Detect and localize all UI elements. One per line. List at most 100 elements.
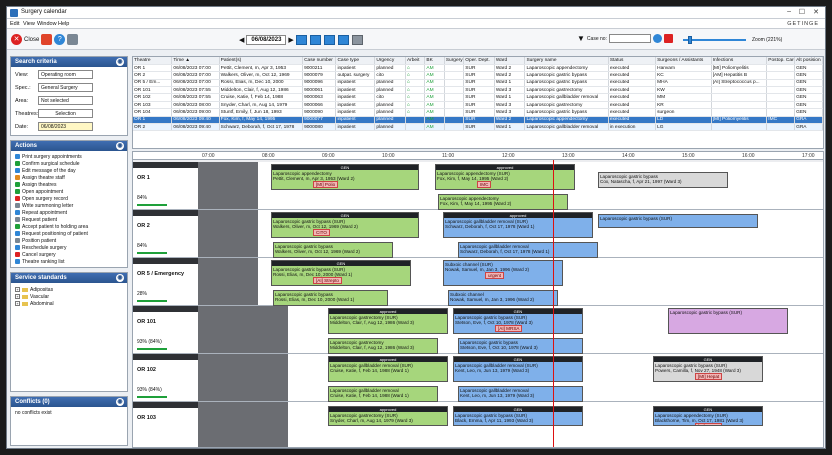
appointment-block[interactable]: Laparoscopic gastric bypass Walkers, Oliv… xyxy=(273,242,393,258)
room-row-label[interactable]: OR 1 84% xyxy=(133,162,198,210)
next-day-arrow-icon[interactable]: ▶ xyxy=(288,36,293,44)
settings-icon[interactable] xyxy=(67,34,79,45)
table-row[interactable]: OR 101 06/08/2023 07:55 Middelton, Clair, … xyxy=(133,86,823,95)
appointment-block[interactable]: Laparoscopic gallbladder removal Kent, Le… xyxy=(458,386,583,402)
action-item[interactable]: Accept patient to holding area xyxy=(11,223,127,230)
appointment-block[interactable]: Laparoscopic gastric bypass Stetson, Eve,… xyxy=(458,338,583,354)
action-item[interactable]: Open appointment xyxy=(11,188,127,195)
column-header[interactable]: Infections xyxy=(711,57,768,65)
table-row[interactable]: OR 102 06/08/2023 07:55 Cruise, Katie, f, … xyxy=(133,93,823,102)
date-field[interactable]: 06/08/2023 xyxy=(246,34,287,45)
collapse-icon[interactable]: ◉ xyxy=(116,58,124,66)
appointment-block[interactable]: Laparoscopic gastric bypass Cox, Natascha… xyxy=(598,172,728,188)
action-item[interactable]: Assign theatres xyxy=(11,181,127,188)
expand-icon[interactable]: + xyxy=(15,301,20,306)
column-header[interactable]: Case type xyxy=(335,57,376,65)
zoom-slider-handle[interactable] xyxy=(688,36,693,44)
theatre-selection-button[interactable]: Selection xyxy=(38,109,93,118)
view-list-icon[interactable] xyxy=(323,34,335,45)
view-select[interactable]: Operating room xyxy=(38,70,93,79)
room-row-label[interactable]: OR 103 xyxy=(133,402,198,447)
close-icon[interactable]: ✕ xyxy=(11,34,22,45)
room-row-label[interactable]: OR 102 93% (84%) xyxy=(133,354,198,402)
action-item[interactable]: Reschedule surgery xyxy=(11,244,127,251)
appointment-block[interactable]: Laparoscopic gallbladder removal Schwarz,… xyxy=(458,242,598,258)
action-item[interactable]: Request patient xyxy=(11,216,127,223)
table-row[interactable]: OR 5 / Em... 06/08/2023 07:00 Rossi, Elias… xyxy=(133,79,823,88)
appointment-block[interactable]: GEN Laparoscopic gastric bypass (SUR) Stet… xyxy=(453,308,583,334)
table-row[interactable]: OR 1 06/08/2023 09:40 Fox, Kim, f, May 14,… xyxy=(133,116,823,125)
maximize-button[interactable]: ☐ xyxy=(799,8,805,16)
filter-icon[interactable]: ▼ xyxy=(577,34,585,43)
tree-item[interactable]: + Adipositas xyxy=(11,286,127,293)
minimize-button[interactable]: – xyxy=(787,8,791,15)
action-item[interactable]: Open surgery record xyxy=(11,195,127,202)
close-window-button[interactable]: ✕ xyxy=(813,8,819,16)
action-item[interactable]: Theatre ranking list xyxy=(11,258,127,265)
date-input[interactable]: 06/08/2023 xyxy=(38,122,93,131)
appointment-block[interactable]: Laparoscopic gastrectomy Middelton, Clair… xyxy=(328,338,438,354)
room-row-label[interactable]: OR 2 84% xyxy=(133,210,198,258)
menu-help[interactable]: Help xyxy=(58,21,69,27)
help-icon[interactable]: ? xyxy=(54,34,66,45)
room-row-label[interactable]: OR 101 93% (84%) xyxy=(133,306,198,354)
room-row-label[interactable]: OR 5 / Emergency 28% xyxy=(133,258,198,306)
column-header[interactable]: Surgeons / Assistants xyxy=(655,57,712,65)
appointment-block[interactable]: approved Laparoscopic gallbladder removal… xyxy=(328,356,448,382)
appointment-block[interactable]: Subxoic channel Nowak, Samuel, m, Jan 3, … xyxy=(448,290,558,306)
tree-item[interactable]: + Vascular xyxy=(11,293,127,300)
column-header[interactable]: Oper. Dept. xyxy=(463,57,495,65)
table-row[interactable]: OR 103 06/08/2023 08:00 Snyder, Charl, m, … xyxy=(133,101,823,110)
appointment-block[interactable]: approved Laparoscopic gastrectomy (SUR) Sn… xyxy=(328,406,448,426)
appointment-block[interactable]: approved Laparoscopic gallbladder removal… xyxy=(443,212,593,238)
action-item[interactable]: Request positioning of patient xyxy=(11,230,127,237)
view-grid-icon[interactable] xyxy=(337,34,349,45)
print-icon[interactable] xyxy=(663,34,673,43)
appointment-block[interactable]: Laparoscopic appendectomy Fox, Kim, f, Ma… xyxy=(438,194,568,210)
appointment-block[interactable]: GEN Laparoscopic appendectomy (SUR) Blackt… xyxy=(653,406,763,426)
appointment-block[interactable]: GEN Laparoscopic gastric bypass (SUR) Powe… xyxy=(653,356,763,382)
view-day-icon[interactable] xyxy=(295,34,307,45)
view-room-icon[interactable] xyxy=(351,34,363,45)
appointment-block[interactable]: GEN Laparoscopic gallbladder removal (SUR… xyxy=(453,356,583,382)
menu-view[interactable]: View xyxy=(23,21,35,27)
zoom-slider[interactable] xyxy=(683,39,746,41)
column-header[interactable]: BK xyxy=(424,57,445,65)
action-item[interactable]: Print surgery appointments xyxy=(11,153,127,160)
appointment-block[interactable]: GEN Laparoscopic gastric bypass (SUR) Ross… xyxy=(271,260,411,286)
appointment-block[interactable]: GEN Laparoscopic appendectomy Pettit, Clem… xyxy=(271,164,419,190)
table-row[interactable]: OR 2 06/08/2023 07:00 Walkers, Oliver, m, … xyxy=(133,71,823,80)
column-header[interactable]: Postop. Care xyxy=(766,57,796,65)
column-header[interactable]: Ward xyxy=(494,57,526,65)
appointment-block[interactable]: Laparoscopic gastric bypass (SUR) xyxy=(668,308,788,334)
action-item[interactable]: Confirm surgical schedule xyxy=(11,160,127,167)
area-select[interactable]: Not selected xyxy=(38,96,93,105)
action-item[interactable]: Write summoning letter xyxy=(11,202,127,209)
column-header[interactable]: Surgery xyxy=(444,57,465,65)
column-header[interactable]: Status xyxy=(608,57,657,65)
appointment-block[interactable]: GEN Laparoscopic gastric bypass (SUR) Walk… xyxy=(271,212,419,238)
column-header[interactable]: Patient(s) xyxy=(219,57,304,65)
spec-select[interactable]: General Surgery xyxy=(38,83,93,92)
prev-day-arrow-icon[interactable]: ◀ xyxy=(239,36,244,44)
appointment-block[interactable]: Laparoscopic gastric bypass Rossi, Elias,… xyxy=(273,290,388,306)
column-header[interactable]: Time ▲ xyxy=(171,57,220,65)
appointment-block[interactable]: Laparoscopic gallbladder removal Cruise, … xyxy=(328,386,438,402)
action-item[interactable]: Repeat appointment xyxy=(11,209,127,216)
collapse-icon[interactable]: ◉ xyxy=(116,274,124,282)
column-header[interactable]: Urgency xyxy=(374,57,406,65)
appointment-block[interactable]: Laparoscopic gastric bypass (SUR) xyxy=(598,214,758,228)
action-item[interactable]: Edit message of the day xyxy=(11,167,127,174)
close-button-label[interactable]: Close xyxy=(24,37,39,43)
column-header[interactable]: Theatre xyxy=(133,57,173,65)
column-header[interactable]: Surgery name xyxy=(524,57,609,65)
case-no-input[interactable] xyxy=(608,34,651,43)
collapse-icon[interactable]: ◉ xyxy=(116,398,124,406)
appointment-block[interactable]: approved Laparoscopic appendectomy (SUR) F… xyxy=(435,164,575,190)
appointment-block[interactable]: Subxoic channel (SUR) Nowak, Samuel, m, J… xyxy=(443,260,563,286)
action-item[interactable]: Cancel surgery xyxy=(11,251,127,258)
appointment-block[interactable]: GEN Laparoscopic gastric bypass (SUR) Blac… xyxy=(453,406,583,426)
column-header[interactable]: Case number xyxy=(302,57,337,65)
column-header[interactable]: Arbeit xyxy=(405,57,426,65)
expand-icon[interactable]: + xyxy=(15,294,20,299)
